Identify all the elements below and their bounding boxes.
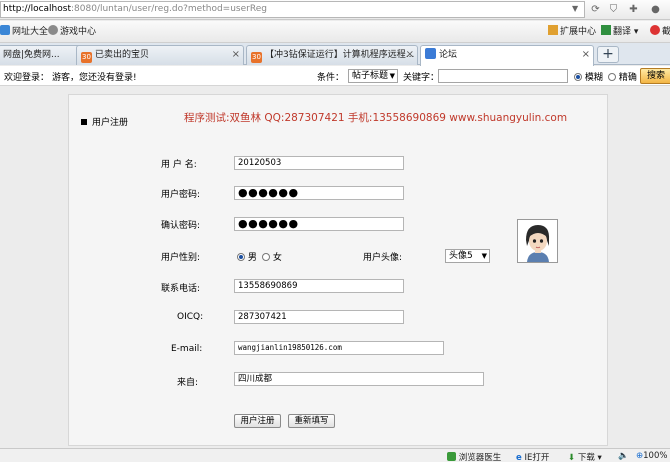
username-label: 用 户 名: — [161, 160, 197, 170]
translate-button[interactable]: 翻译 ▾ — [601, 25, 638, 39]
download-icon: ⬇ — [568, 453, 576, 462]
avatar-select[interactable]: 头像5 ▼ — [445, 249, 490, 263]
radio-exact[interactable]: 精确 — [608, 70, 637, 83]
medkit-icon — [447, 452, 456, 461]
email-label: E-mail: — [171, 344, 203, 354]
confirm-password-input[interactable]: ●●●●●● — [234, 217, 404, 231]
radio-icon — [237, 253, 245, 261]
gamepad-icon — [48, 25, 58, 35]
page-title: 用户注册 — [81, 115, 128, 128]
puzzle-icon[interactable]: ✚ — [626, 2, 641, 17]
home-icon — [0, 25, 10, 35]
email-input[interactable]: wangjianlin19850126.com — [234, 341, 444, 355]
page-icon — [425, 48, 436, 59]
phone-label: 联系电话: — [161, 284, 201, 294]
tab-forum[interactable]: 论坛 × — [420, 45, 594, 66]
tab-label: 已卖出的宝贝 — [95, 50, 150, 60]
browser-doctor-button[interactable]: 浏览器医生 — [447, 451, 501, 462]
qq-label: OICQ: — [177, 312, 204, 322]
ie-open-button[interactable]: e IE打开 — [516, 451, 549, 462]
confirm-password-label: 确认密码: — [161, 221, 201, 231]
radio-icon — [262, 253, 270, 261]
close-icon[interactable]: × — [582, 46, 590, 64]
new-tab-button[interactable]: + — [597, 46, 619, 63]
translate-icon — [601, 25, 611, 35]
phone-input[interactable]: 13558690869 — [234, 279, 404, 293]
bullet-icon — [81, 119, 87, 125]
tab-strip: 网盘|免费网... 30 已卖出的宝贝 × 30 【冲3钻保证运行】计算机程序远程.… — [0, 43, 670, 66]
scissors-icon — [650, 25, 660, 35]
close-icon[interactable]: × — [406, 46, 414, 64]
condition-label: 条件： — [317, 73, 345, 83]
radio-fuzzy[interactable]: 模糊 — [574, 70, 603, 83]
avatar-image — [518, 220, 557, 262]
avatar-preview — [517, 219, 558, 263]
promo-banner: 程序测试:双鱼林 QQ:287307421 手机:13558690869 www… — [184, 112, 568, 124]
fav-item-site-nav[interactable]: 网址大全 — [0, 25, 48, 39]
search-engine-icon[interactable]: ● — [648, 2, 663, 17]
chevron-down-icon: ▼ — [389, 72, 395, 80]
guest-message: 游客，您还没有登录! — [52, 73, 137, 83]
gender-female-radio[interactable]: 女 — [262, 250, 282, 263]
from-label: 来自: — [177, 378, 199, 388]
ie-icon: e — [516, 453, 522, 462]
registration-panel: 用户注册 程序测试:双鱼林 QQ:287307421 手机:1355869086… — [68, 94, 608, 446]
register-button[interactable]: 用户注册 — [234, 414, 281, 428]
gender-male-radio[interactable]: 男 — [237, 250, 257, 263]
tab-label: 网盘|免费网... — [3, 50, 60, 60]
condition-select[interactable]: 帖子标题 ▼ — [348, 69, 398, 83]
tab-label: 【冲3钻保证运行】计算机程序远程... — [265, 50, 415, 60]
zoom-control[interactable]: ⊕100% — [636, 451, 667, 461]
from-input[interactable]: 四川成都 — [234, 372, 484, 386]
status-bar: 浏览器医生 e IE打开 ⬇ 下载 ▾ 🔈 ⊕100% — [0, 448, 670, 462]
password-label: 用户密码: — [161, 190, 201, 200]
qq-input[interactable]: 287307421 — [234, 310, 404, 324]
taobao-icon: 30 — [251, 52, 262, 63]
chevron-down-icon: ▼ — [481, 252, 487, 260]
radio-icon — [608, 73, 616, 81]
address-bar: http://localhost:8080/luntan/user/reg.do… — [0, 0, 670, 20]
favorites-bar: 网址大全 游戏中心 扩展中心 翻译 ▾ 截 — [0, 21, 670, 43]
extension-center-button[interactable]: 扩展中心 — [548, 25, 596, 39]
site-header: 欢迎登录： 游客，您还没有登录! 条件： — [0, 66, 670, 86]
avatar-label: 用户头像: — [363, 253, 403, 263]
welcome-label: 欢迎登录： — [4, 73, 50, 83]
refresh-icon[interactable]: ⟳ — [588, 2, 603, 17]
volume-icon[interactable]: 🔈 — [618, 451, 629, 461]
tab-label: 论坛 — [439, 50, 458, 60]
fav-item-game-center[interactable]: 游戏中心 — [48, 25, 96, 39]
radio-icon — [574, 73, 582, 81]
gender-label: 用户性别: — [161, 253, 201, 263]
password-input[interactable]: ●●●●●● — [234, 186, 404, 200]
tab-program-listing[interactable]: 30 【冲3钻保证运行】计算机程序远程... × — [246, 45, 418, 65]
tab-netdisk[interactable]: 网盘|免费网... — [0, 45, 82, 65]
search-button[interactable]: 搜索 — [640, 68, 670, 84]
taobao-icon: 30 — [81, 52, 92, 63]
close-icon[interactable]: × — [232, 46, 240, 64]
download-button[interactable]: ⬇ 下载 ▾ — [568, 451, 602, 462]
keyword-label: 关键字： — [403, 73, 440, 83]
extension-icon — [548, 25, 558, 35]
screenshot-button[interactable]: 截 — [650, 25, 670, 39]
keyword-input[interactable] — [438, 69, 568, 83]
shield-icon[interactable]: ⛉ — [606, 2, 621, 17]
chevron-down-icon[interactable]: ▼ — [572, 4, 578, 13]
username-input[interactable]: 20120503 — [234, 156, 404, 170]
url-field[interactable]: http://localhost:8080/luntan/user/reg.do… — [0, 1, 585, 18]
reset-button[interactable]: 重新填写 — [288, 414, 335, 428]
tab-sold-items[interactable]: 30 已卖出的宝贝 × — [76, 45, 244, 65]
